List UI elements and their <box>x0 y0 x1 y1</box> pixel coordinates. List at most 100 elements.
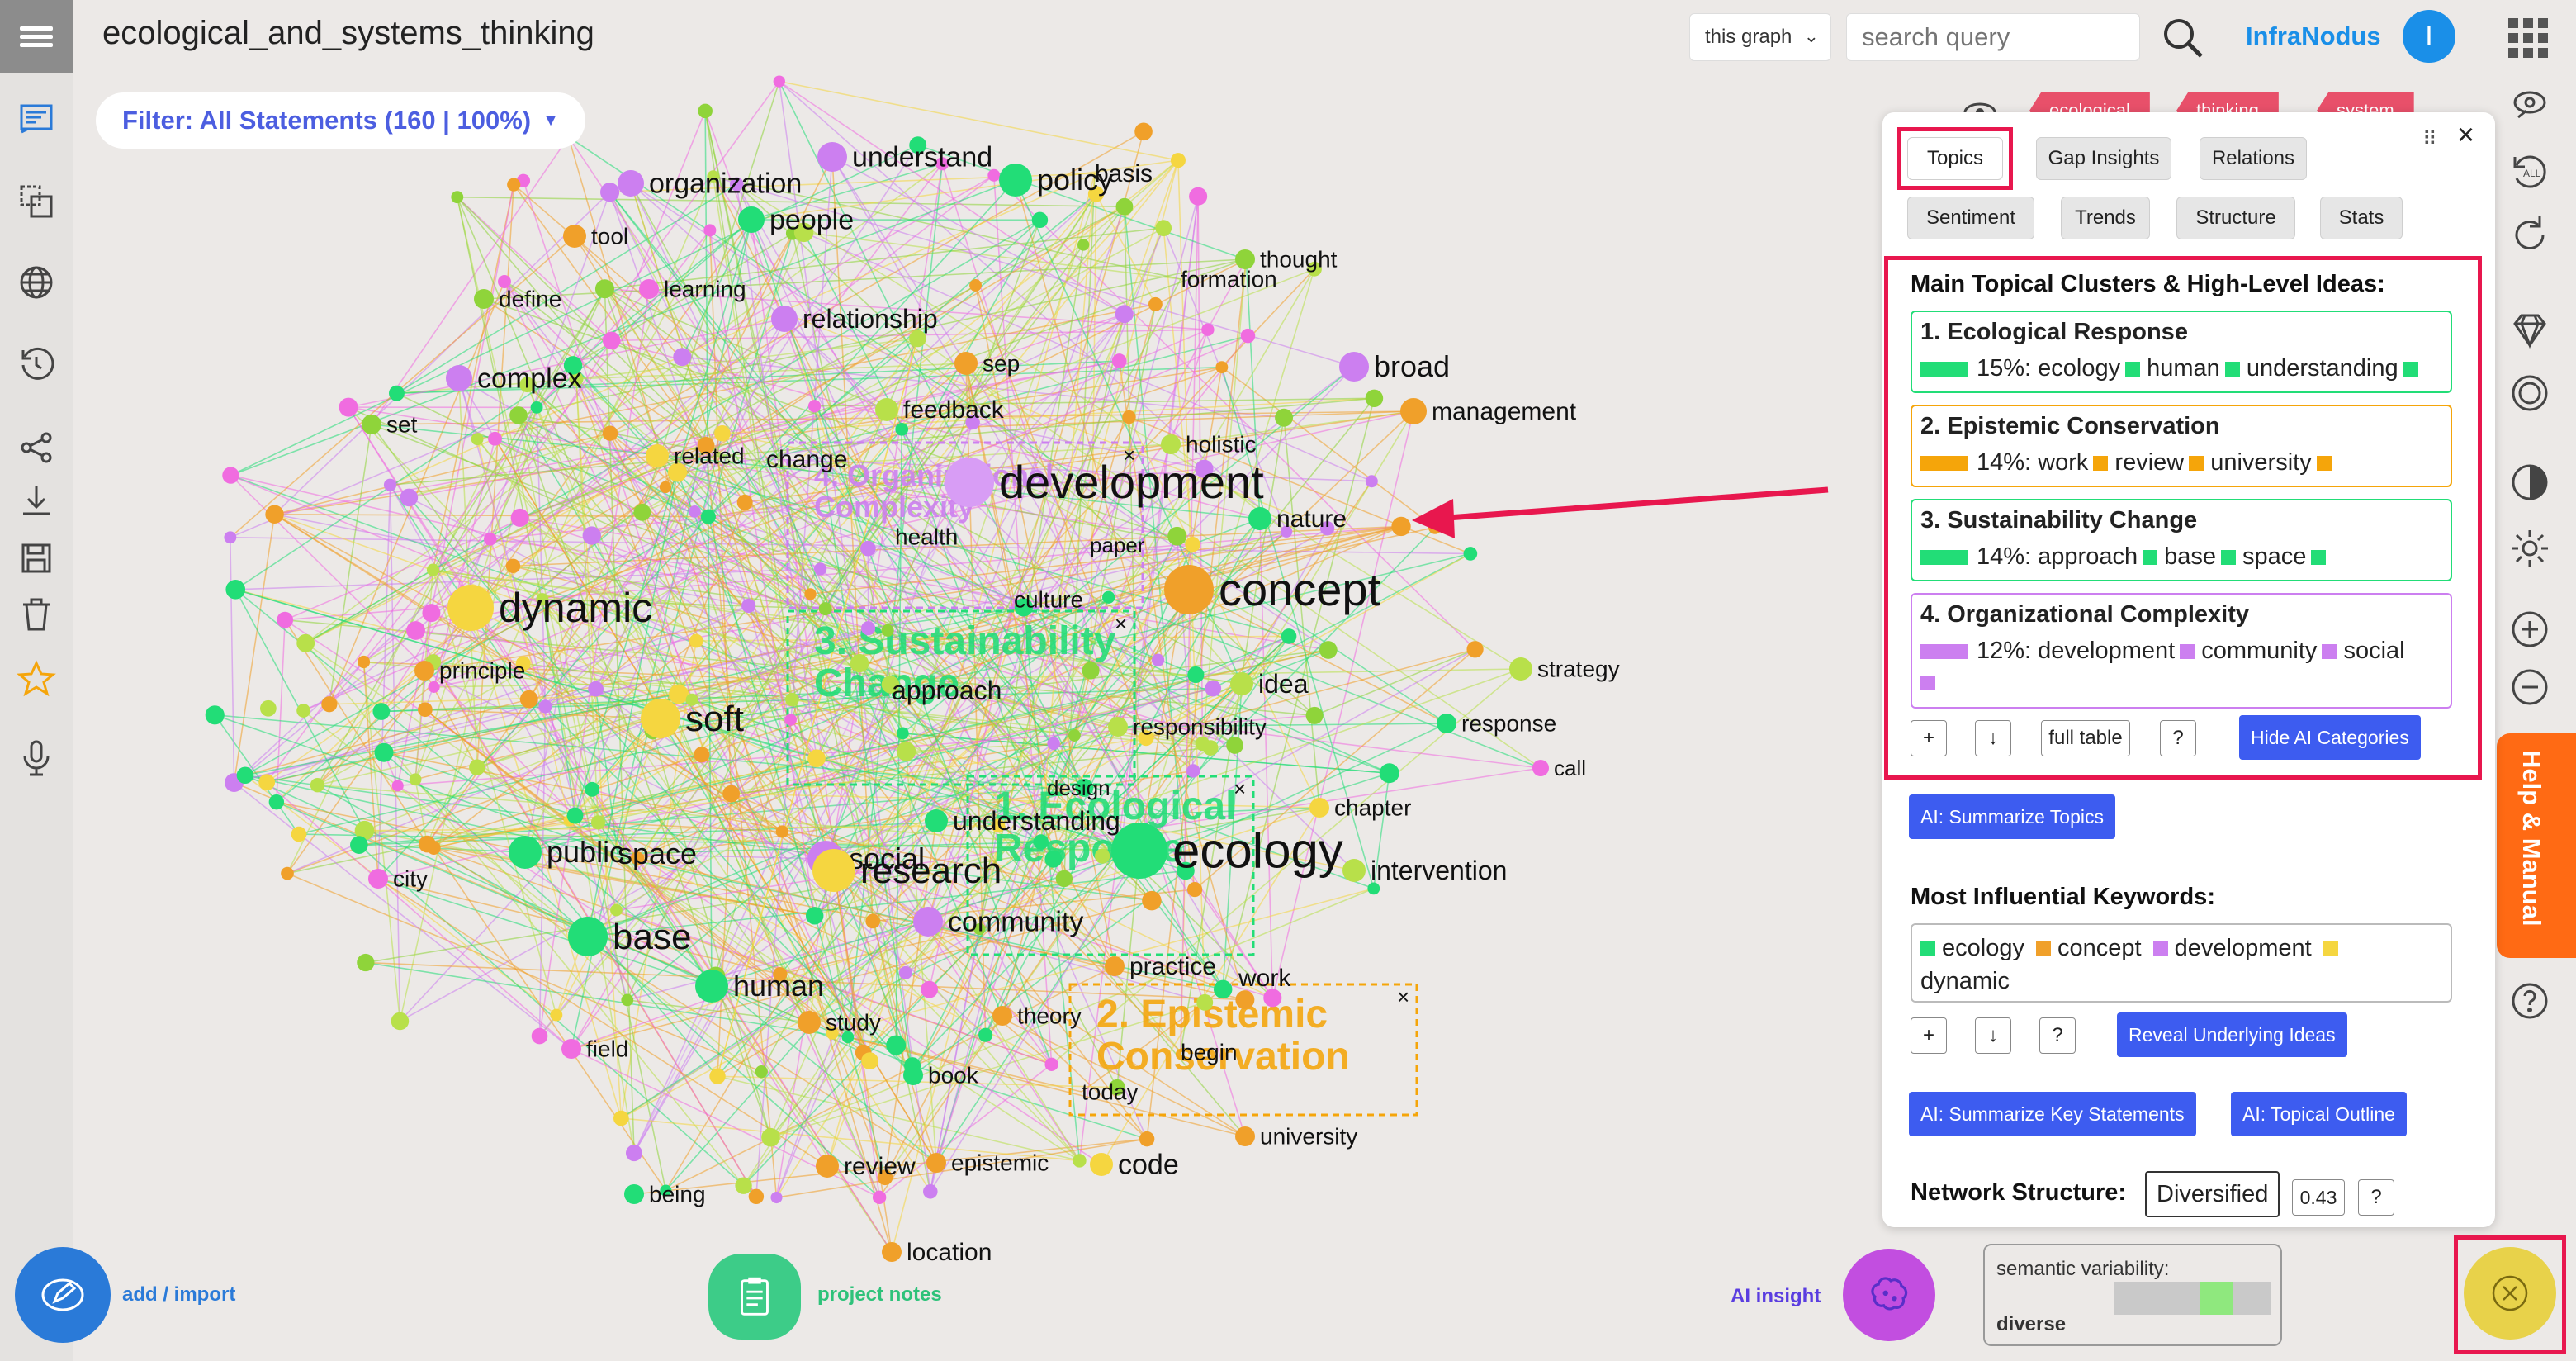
node-label[interactable]: complex <box>477 363 582 395</box>
graph-node[interactable] <box>1068 728 1081 742</box>
graph-node[interactable] <box>1437 714 1456 733</box>
graph-node[interactable] <box>1161 434 1181 454</box>
graph-node[interactable] <box>736 494 753 510</box>
graph-node[interactable] <box>659 481 672 494</box>
graph-node[interactable] <box>896 727 909 740</box>
cluster-card[interactable]: 1. Ecological Response 15%: ecology human… <box>1911 311 2452 393</box>
node-label[interactable]: sep <box>983 351 1020 377</box>
graph-node[interactable] <box>798 1011 821 1034</box>
node-label[interactable]: review <box>844 1153 916 1180</box>
node-label[interactable]: define <box>499 287 561 312</box>
graph-node[interactable] <box>882 1242 902 1262</box>
graph-node[interactable] <box>1185 537 1200 552</box>
graph-node[interactable] <box>291 826 307 842</box>
node-label[interactable]: learning <box>664 277 746 302</box>
graph-node[interactable] <box>1319 641 1338 659</box>
ai-insight-label[interactable]: AI insight <box>1731 1285 1821 1308</box>
help-icon[interactable] <box>2507 978 2553 1024</box>
graph-node[interactable] <box>1164 565 1214 614</box>
graph-node[interactable] <box>1082 662 1100 680</box>
graph-node[interactable] <box>594 279 615 299</box>
graph-node[interactable] <box>509 406 528 424</box>
graph-node[interactable] <box>277 611 294 628</box>
node-label[interactable]: understanding <box>953 806 1120 836</box>
graph-node[interactable] <box>1044 1057 1058 1071</box>
add-import-label[interactable]: add / import <box>122 1283 235 1306</box>
node-label[interactable]: code <box>1118 1150 1179 1181</box>
node-label[interactable]: today <box>1082 1079 1139 1105</box>
cluster-card[interactable]: 2. Epistemic Conservation 14%: work revie… <box>1911 405 2452 487</box>
graph-node[interactable] <box>618 170 644 197</box>
graph-node[interactable] <box>391 1012 410 1031</box>
node-label[interactable]: response <box>1461 711 1556 737</box>
graph-node[interactable] <box>1055 870 1073 888</box>
graph-node[interactable] <box>738 206 765 233</box>
graph-node[interactable] <box>633 503 651 521</box>
graph-node[interactable] <box>1111 353 1127 369</box>
graph-node[interactable] <box>550 1008 563 1022</box>
summarize-key-statements-button[interactable]: AI: Summarize Key Statements <box>1909 1092 2196 1136</box>
download-clusters-button[interactable]: ↓ <box>1975 720 2011 756</box>
drag-handle-icon[interactable]: ⠿ <box>2422 127 2437 151</box>
node-label[interactable]: related <box>674 443 745 469</box>
graph-node[interactable] <box>709 1068 726 1084</box>
graph-node[interactable] <box>427 841 441 855</box>
graph-node[interactable] <box>886 1035 907 1055</box>
node-label[interactable]: practice <box>1129 953 1216 980</box>
graph-node[interactable] <box>414 661 434 680</box>
close-overlay-icon[interactable]: × <box>1115 611 1127 636</box>
graph-node[interactable] <box>428 680 440 693</box>
graph-node[interactable] <box>406 621 425 640</box>
graph-node[interactable] <box>1215 361 1229 374</box>
node-label[interactable]: space <box>618 837 697 870</box>
graph-node[interactable] <box>1235 1126 1255 1146</box>
graph-node[interactable] <box>881 624 894 637</box>
graph-node[interactable] <box>561 1039 581 1059</box>
node-label[interactable]: idea <box>1258 669 1309 699</box>
target-icon[interactable] <box>2507 370 2553 416</box>
graph-node[interactable] <box>784 714 797 726</box>
graph-node[interactable] <box>1466 641 1484 658</box>
node-label[interactable]: paper <box>1090 533 1145 557</box>
node-label[interactable]: concept <box>1219 563 1381 615</box>
node-label[interactable]: relationship <box>803 304 938 334</box>
graph-node[interactable] <box>205 705 225 725</box>
download-keywords-button[interactable]: ↓ <box>1975 1017 2011 1054</box>
graph-node[interactable] <box>1122 410 1136 424</box>
graph-node[interactable] <box>1031 211 1049 229</box>
node-label[interactable]: approach <box>892 676 1002 705</box>
graph-node[interactable] <box>694 747 710 763</box>
node-label[interactable]: epistemic <box>951 1150 1049 1176</box>
graph-node[interactable] <box>688 505 701 518</box>
search-input[interactable] <box>1846 13 2140 61</box>
node-label[interactable]: soft <box>685 699 744 739</box>
graph-node[interactable] <box>610 903 623 917</box>
zoom-out-icon[interactable] <box>2507 664 2553 710</box>
node-label[interactable]: set <box>386 412 418 438</box>
graph-node[interactable] <box>447 585 494 631</box>
graph-node[interactable] <box>258 774 276 791</box>
node-label[interactable]: health <box>895 524 958 550</box>
graph-node[interactable] <box>954 352 978 375</box>
graph-node[interactable] <box>509 836 542 869</box>
graph-node[interactable] <box>1532 760 1549 776</box>
graph-node[interactable] <box>1379 763 1399 784</box>
keyword[interactable]: ecology <box>1942 935 2024 961</box>
graph-node[interactable] <box>1155 220 1172 236</box>
graph-node[interactable] <box>350 836 368 854</box>
node-label[interactable]: community <box>948 907 1083 938</box>
graph-node[interactable] <box>1142 890 1162 911</box>
help-manual-tab[interactable]: Help & Manual <box>2497 733 2576 958</box>
graph-node[interactable] <box>913 907 943 937</box>
graph-node[interactable] <box>1205 680 1222 697</box>
graph-node[interactable] <box>818 602 832 616</box>
graph-node[interactable] <box>1230 672 1253 695</box>
graph-node[interactable] <box>222 467 239 484</box>
tab-structure[interactable]: Structure <box>2176 197 2295 239</box>
contrast-icon[interactable] <box>2507 459 2553 505</box>
summarize-topics-button[interactable]: AI: Summarize Topics <box>1909 794 2115 839</box>
node-label[interactable]: strategy <box>1537 657 1620 682</box>
graph-node[interactable] <box>978 1027 993 1042</box>
graph-node[interactable] <box>773 75 785 88</box>
reset-all-icon[interactable]: ALL <box>2507 149 2553 195</box>
